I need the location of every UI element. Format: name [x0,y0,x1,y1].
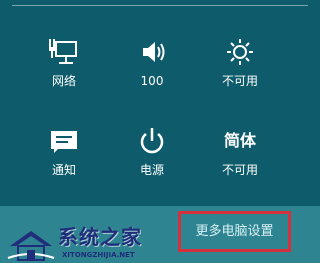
volume-icon [143,42,165,62]
brightness-icon [227,39,253,65]
tile-notifications[interactable]: 通知 [24,125,104,177]
tile-label: 电源 [139,163,164,177]
tile-label: 通知 [51,163,76,177]
tile-label: 不可用 [221,163,258,177]
more-pc-settings-link[interactable]: 更多电脑设置 [178,211,291,252]
tile-label: 100 [140,74,164,88]
divider-line [12,5,308,6]
power-icon [140,128,164,154]
tile-keyboard-language[interactable]: 简体 不可用 [200,125,280,177]
tile-network[interactable]: 网络 [24,36,104,88]
tile-power[interactable]: 电源 [112,125,192,177]
house-logo-icon [7,231,55,261]
watermark-subtitle: XITONGZHIJIA.NET [62,251,135,259]
watermark-logo: 系统之家 XITONGZHIJIA.NET [6,226,166,262]
notifications-icon [51,131,77,153]
watermark-title: 系统之家 [58,225,142,249]
tile-volume[interactable]: 100 [112,36,192,88]
network-icon [49,39,77,64]
tile-brightness[interactable]: 不可用 [200,36,280,88]
keyboard-language-icon: 简体 [223,131,256,150]
tile-label: 网络 [51,74,76,88]
tile-label: 不可用 [221,74,258,88]
